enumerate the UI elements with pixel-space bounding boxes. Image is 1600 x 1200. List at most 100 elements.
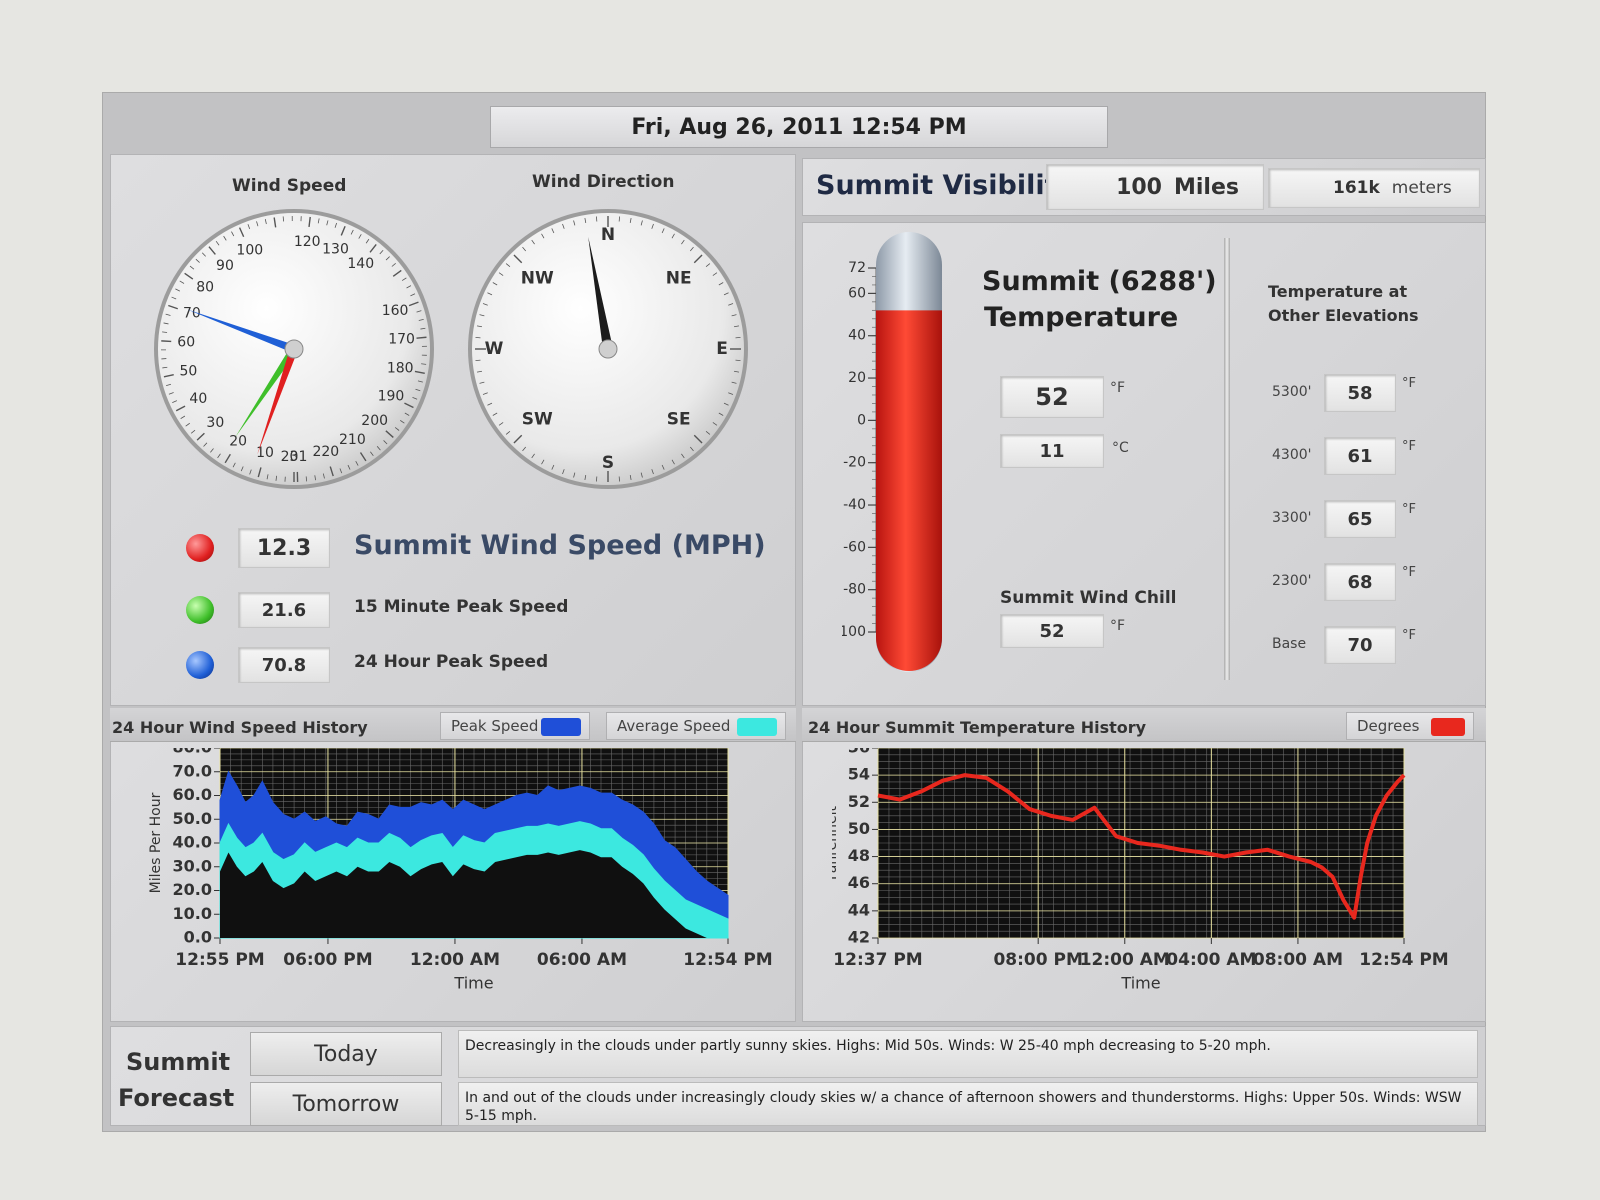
temp-c-value: 11 xyxy=(1000,434,1104,468)
forecast-today-button[interactable]: Today xyxy=(250,1032,442,1076)
elevation-label: 5300' xyxy=(1272,384,1312,400)
speed-gauge-tick-label: 80 xyxy=(196,280,214,296)
legend-degrees[interactable]: Degrees xyxy=(1346,712,1474,740)
speed-gauge-tick-label: 30 xyxy=(206,415,224,431)
wind-history-title: 24 Hour Wind Speed History xyxy=(112,718,368,737)
thermo-tick-label: 60 xyxy=(848,285,866,301)
date-time-text: Fri, Aug 26, 2011 12:54 PM xyxy=(631,114,967,140)
speed-gauge-tick xyxy=(161,340,172,343)
x-axis-label: Time xyxy=(1120,974,1160,993)
speed-gauge-tick-label: 200 xyxy=(361,413,388,429)
average-speed-swatch xyxy=(737,718,777,736)
speed-gauge-tick-label: 170 xyxy=(388,331,415,347)
temp-f-unit: °F xyxy=(1110,380,1126,396)
forecast-tomorrow-button[interactable]: Tomorrow xyxy=(250,1082,442,1126)
elevation-label: 3300' xyxy=(1272,510,1312,526)
y-tick-label: 46 xyxy=(848,873,870,892)
peak24-speed-led xyxy=(186,651,214,679)
forecast-title-line2: Forecast xyxy=(118,1084,235,1112)
y-tick-label: 30.0 xyxy=(173,856,212,875)
legend-peak-speed[interactable]: Peak Speed xyxy=(440,712,590,740)
peak15-speed-value: 21.6 xyxy=(238,592,330,628)
speed-gauge-tick-label: 130 xyxy=(322,241,349,257)
y-tick-label: 60.0 xyxy=(173,785,212,804)
compass-label: S xyxy=(602,453,614,473)
wind-chill-label: Summit Wind Chill xyxy=(1000,588,1177,608)
elevation-temp-unit: °F xyxy=(1402,439,1416,454)
x-tick-label: 12:00 AM xyxy=(1080,950,1170,970)
thermometer: 72 60 40 20 0 -20 -40 -60 -80 -100 xyxy=(842,232,942,672)
compass-label: SW xyxy=(522,410,553,430)
elevation-temp-value: 65 xyxy=(1324,500,1396,538)
thermo-tick-label: 40 xyxy=(848,328,866,344)
speed-gauge-tick-label: 190 xyxy=(378,389,405,405)
y-tick-label: 42 xyxy=(848,928,870,947)
thermo-tick-label: 72 xyxy=(848,260,866,276)
compass-label: NW xyxy=(521,268,554,288)
temp-c-unit: °C xyxy=(1112,440,1129,456)
wind-history-chart: 80.0 70.0 60.0 50.0 40.0 30.0 20.0 10.0 0.0 12:55… xyxy=(148,748,773,993)
direction-gauge-hub xyxy=(598,339,618,359)
speed-gauge-tick-label: 20 xyxy=(229,433,247,449)
y-tick-label: 10.0 xyxy=(173,904,212,923)
x-tick-label: 12:54 PM xyxy=(1359,950,1448,970)
current-speed-led xyxy=(186,534,214,562)
elevation-label: Base xyxy=(1272,636,1307,652)
forecast-today-text: Decreasingly in the clouds under partly … xyxy=(458,1030,1478,1078)
x-tick-label: 08:00 PM xyxy=(993,950,1082,970)
other-elevations-title-line1: Temperature at xyxy=(1268,282,1408,301)
forecast-today-label: Today xyxy=(314,1041,378,1067)
wind-direction-gauge: N NE E SE S SW W NW xyxy=(468,209,748,489)
legend-degrees-label: Degrees xyxy=(1357,717,1420,735)
y-tick-label: 80.0 xyxy=(173,748,212,757)
y-axis-label: Miles Per Hour xyxy=(148,792,164,893)
speed-gauge-tick-label: 50 xyxy=(179,364,197,380)
y-tick-label: 54 xyxy=(848,765,870,784)
date-time-display: Fri, Aug 26, 2011 12:54 PM xyxy=(490,106,1108,148)
compass-label: SE xyxy=(667,410,691,430)
speed-gauge-tick-label: 10 xyxy=(256,445,274,461)
visibility-meters-value: 161k xyxy=(1333,178,1380,198)
wind-chill-unit: °F xyxy=(1110,618,1126,634)
other-elevations-title-line2: Other Elevations xyxy=(1268,306,1419,325)
y-tick-label: 40.0 xyxy=(173,833,212,852)
compass-label: N xyxy=(601,225,615,245)
y-axis-label: Fahrenheit xyxy=(832,805,840,880)
current-speed-value: 12.3 xyxy=(238,528,330,568)
visibility-meters-unit: meters xyxy=(1391,178,1452,198)
thermo-tick-label: -100 xyxy=(842,624,866,640)
wind-chill-value: 52 xyxy=(1000,614,1104,648)
speed-gauge-tick-label: 160 xyxy=(382,303,409,319)
forecast-title-line1: Summit xyxy=(126,1048,231,1076)
speed-gauge-tick-label: 180 xyxy=(387,361,414,377)
compass-label: W xyxy=(485,339,504,359)
temp-history-chart: 56 54 52 50 48 46 44 42 12:37 PM 08:00 PM12:00 AM… xyxy=(832,748,1449,993)
x-tick-label: 12:54 PM xyxy=(683,950,772,970)
thermo-tick-label: -20 xyxy=(843,455,866,471)
thermo-tick-label: -80 xyxy=(843,582,866,598)
x-tick-label: 12:55 PM xyxy=(175,950,264,970)
degrees-swatch xyxy=(1431,718,1465,736)
visibility-miles-field: 100 Miles xyxy=(1046,164,1264,210)
temp-history-title: 24 Hour Summit Temperature History xyxy=(808,718,1147,737)
speed-gauge-tick-label: 220 xyxy=(312,444,339,460)
speed-gauge-tick-label: 90 xyxy=(216,258,234,274)
elevation-temp-value: 70 xyxy=(1324,626,1396,664)
elevation-temp-unit: °F xyxy=(1402,628,1416,643)
elevation-temp-unit: °F xyxy=(1402,565,1416,580)
thermo-tick-label: -40 xyxy=(843,497,866,513)
visibility-miles-unit: Miles xyxy=(1174,174,1239,200)
y-tick-label: 50 xyxy=(848,819,870,838)
y-tick-label: 44 xyxy=(848,900,870,919)
peak15-speed-label: 15 Minute Peak Speed xyxy=(354,597,569,617)
speed-gauge-tick-label: 100 xyxy=(236,242,263,258)
legend-average-speed[interactable]: Average Speed xyxy=(606,712,786,740)
y-tick-label: 0.0 xyxy=(184,928,212,947)
thermo-tick-label: -60 xyxy=(843,539,866,555)
compass-label: NE xyxy=(666,268,692,288)
visibility-miles-value: 100 xyxy=(1116,174,1162,200)
elevation-temp-unit: °F xyxy=(1402,376,1416,391)
y-tick-label: 50.0 xyxy=(173,809,212,828)
speed-gauge-tick-label: 60 xyxy=(177,334,195,350)
temp-f-value: 52 xyxy=(1000,376,1104,418)
